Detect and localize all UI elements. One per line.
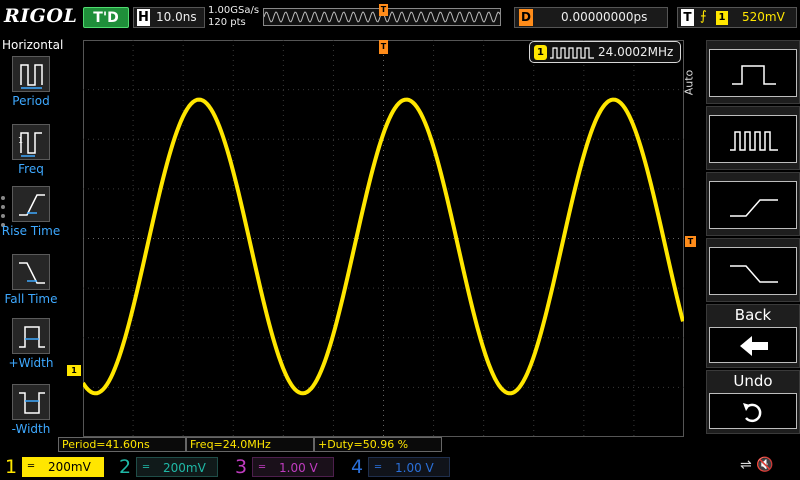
freq-channel-badge: 1 [534, 45, 547, 60]
sample-info: 1.00GSa/s 120 pts [208, 5, 259, 29]
undo-icon [709, 393, 797, 429]
trigger-status-badge: T'D [83, 7, 129, 28]
ch1-waveform [83, 97, 684, 396]
frequency-counter-badge: 1 24.0002MHz [529, 41, 681, 63]
graticule [83, 40, 684, 437]
back-arrow-icon [709, 327, 797, 363]
delay-box[interactable]: D 0.00000000ps [514, 7, 668, 28]
brand-logo: RIGOL [4, 5, 78, 27]
auto-tab: Auto [682, 40, 706, 136]
period-label: Period [12, 94, 50, 108]
dc-coupling-icon: ═ [28, 461, 35, 472]
trigger-level-value: 520mV [742, 10, 785, 24]
measurement-results-bar: Period=41.60ns Freq=24.0MHz +Duty=50.96 … [58, 437, 688, 453]
channel-3-status[interactable]: 3 ═ 1.00 V [230, 454, 340, 480]
measure-positive-width-button[interactable]: +Width [0, 318, 62, 380]
trigger-box[interactable]: T ⨍ 1 520mV [677, 7, 797, 28]
undo-label: Undo [733, 372, 773, 390]
period-icon [12, 56, 50, 92]
measurement-period[interactable]: Period=41.60ns [58, 437, 186, 452]
negative-width-icon [12, 384, 50, 420]
menu-title: Horizontal [2, 38, 64, 52]
rising-edge-icon: ⨍ [700, 9, 707, 24]
channel-4-scale: 1.00 V [395, 461, 434, 475]
channel-2-status[interactable]: 2 ═ 200mV [114, 454, 224, 480]
trigger-time-marker[interactable]: T [379, 40, 388, 54]
horizontal-timebase-box[interactable]: H 10.0ns [133, 7, 205, 28]
fall-time-icon [12, 254, 50, 290]
channel-status-bar: 1 ═ 200mV 2 ═ 200mV 3 ═ 1.00 V 4 ═ 1.00 … [0, 454, 800, 480]
channel-2-scale: 200mV [163, 461, 206, 475]
channel-3-scale: 1.00 V [279, 461, 318, 475]
channel-2-number: 2 [118, 456, 132, 478]
freq-counter-value: 24.0002MHz [598, 45, 674, 59]
softkey-rising-edge[interactable] [706, 172, 800, 236]
right-softkey-menu: Auto Back Undo [682, 40, 800, 454]
measure-freq-button[interactable]: 1 Freq [0, 124, 62, 186]
svg-text:1: 1 [18, 136, 23, 145]
channel-1-status[interactable]: 1 ═ 200mV [0, 454, 110, 480]
auto-label: Auto [682, 69, 696, 96]
freq-label: Freq [18, 162, 44, 176]
fall-time-label: Fall Time [4, 292, 58, 306]
memory-points: 120 pts [208, 17, 246, 28]
softkey-single-pulse[interactable] [706, 40, 800, 104]
channel-1-box: ═ 200mV [22, 457, 104, 477]
delay-value: 0.00000000ps [561, 10, 648, 24]
channel-4-number: 4 [350, 456, 364, 478]
delay-label: D [519, 9, 533, 26]
pulse-train-icon [709, 115, 797, 163]
negative-width-label: -Width [11, 422, 51, 436]
trigger-position-marker: T [379, 4, 388, 16]
rise-time-label: Rise Time [1, 224, 61, 238]
falling-edge-icon [709, 247, 797, 295]
positive-width-label: +Width [8, 356, 54, 370]
single-pulse-icon [709, 49, 797, 97]
rising-edge-icon [709, 181, 797, 229]
positive-width-icon [12, 318, 50, 354]
timebase-value: 10.0ns [156, 10, 197, 24]
channel-1-scale: 200mV [48, 460, 91, 474]
rise-time-icon [12, 186, 50, 222]
channel-2-box: ═ 200mV [136, 457, 218, 477]
softkey-falling-edge[interactable] [706, 238, 800, 302]
dc-coupling-icon: ═ [143, 462, 150, 473]
channel-3-box: ═ 1.00 V [252, 457, 334, 477]
back-button[interactable]: Back [706, 304, 800, 368]
system-icons: ⇌ 🔇 [740, 457, 774, 473]
frequency-icon: 1 [12, 124, 50, 160]
measurement-frequency[interactable]: Freq=24.0MHz [186, 437, 314, 452]
softkey-pulse-train[interactable] [706, 106, 800, 170]
measure-period-button[interactable]: Period [0, 56, 62, 118]
pulse-train-icon [550, 47, 594, 59]
back-label: Back [734, 306, 772, 324]
trigger-source-badge: 1 [716, 11, 728, 25]
waveform-display[interactable] [83, 40, 684, 437]
measurement-duty[interactable]: +Duty=50.96 % [314, 437, 442, 452]
trigger-label: T [681, 9, 694, 26]
speaker-muted-icon[interactable]: 🔇 [756, 457, 773, 473]
measure-fall-time-button[interactable]: Fall Time [0, 254, 62, 316]
channel-4-box: ═ 1.00 V [368, 457, 450, 477]
dc-coupling-icon: ═ [375, 462, 382, 473]
channel-3-number: 3 [234, 456, 248, 478]
horizontal-measure-menu: Horizontal Period 1 Freq Rise Time Fall … [0, 36, 64, 440]
measure-negative-width-button[interactable]: -Width [0, 384, 62, 446]
horizontal-label: H [137, 9, 150, 26]
top-status-bar: RIGOL T'D H 10.0ns 1.00GSa/s 120 pts T D… [0, 0, 800, 36]
sample-rate: 1.00GSa/s [208, 5, 260, 16]
usb-icon: ⇌ [740, 457, 752, 473]
undo-button[interactable]: Undo [706, 370, 800, 434]
ch1-offset-marker[interactable]: 1 [67, 365, 81, 376]
channel-4-status[interactable]: 4 ═ 1.00 V [346, 454, 456, 480]
measure-rise-time-button[interactable]: Rise Time [0, 186, 62, 248]
dc-coupling-icon: ═ [259, 462, 266, 473]
channel-1-number: 1 [0, 454, 22, 480]
